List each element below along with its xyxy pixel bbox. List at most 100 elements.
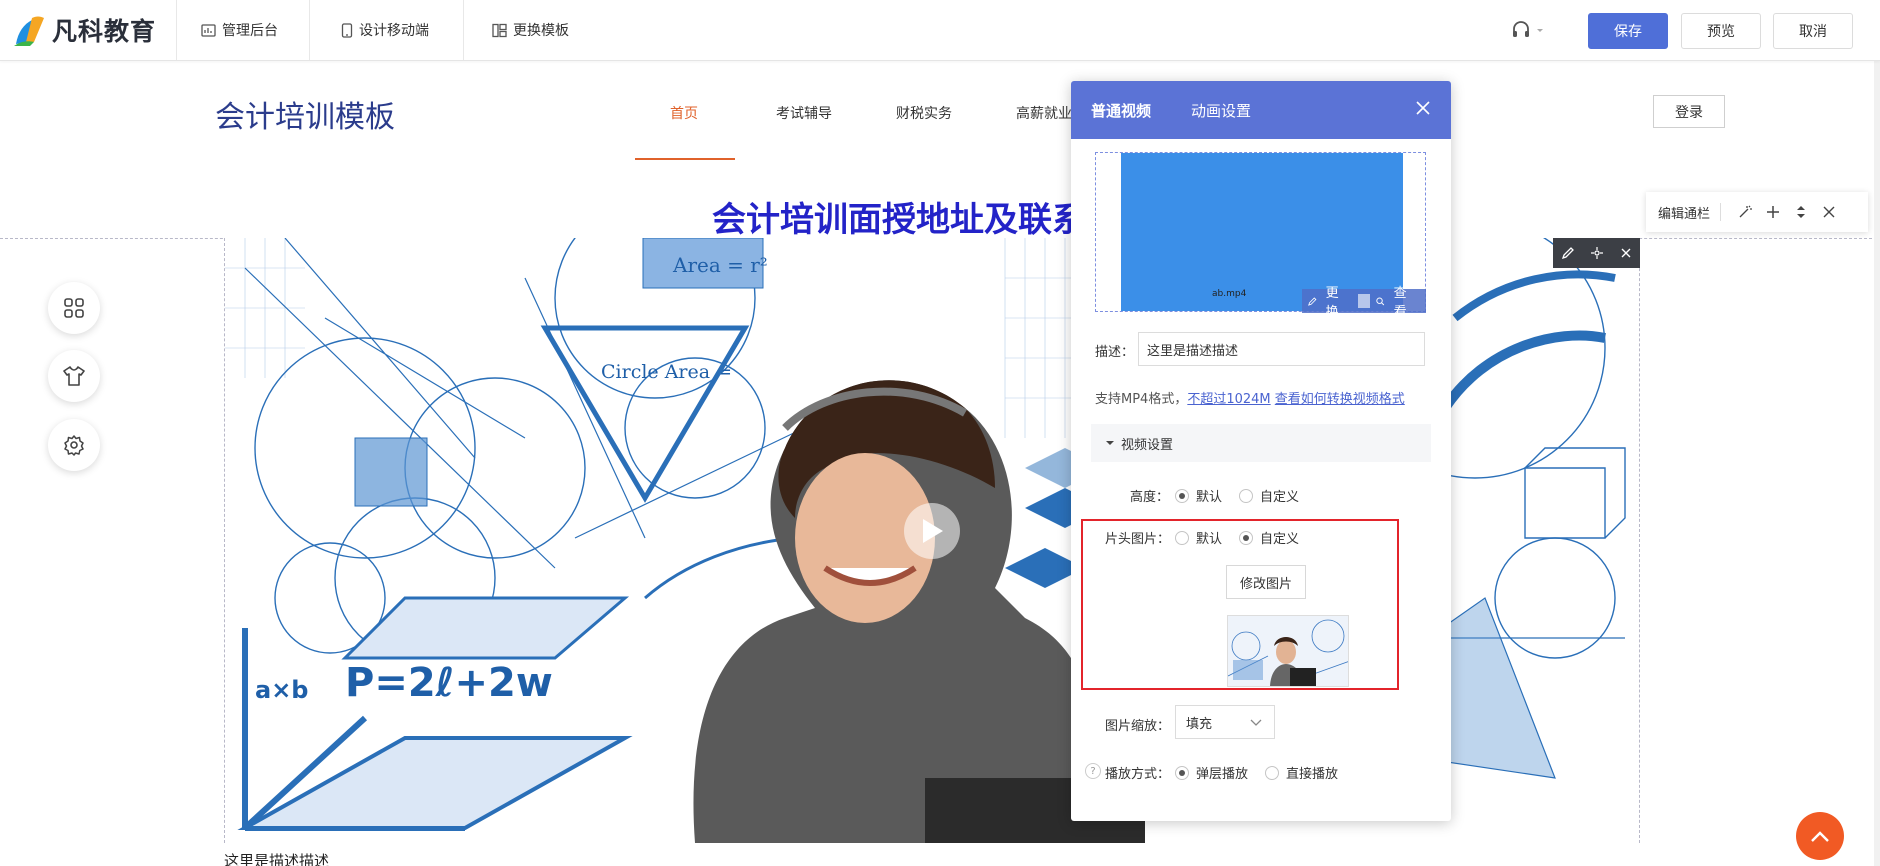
section-headline[interactable]: 会计培训面授地址及联系方式 [712,192,1072,241]
site-title[interactable]: 会计培训模板 [215,92,395,136]
panel-header: 普通视频 动画设置 [1071,81,1451,139]
login-button[interactable]: 登录 [1653,95,1725,128]
headset-icon [1513,21,1529,37]
close-icon[interactable] [1415,100,1431,116]
video-settings-panel: 普通视频 动画设置 ab.mp4 更换 查看 描述： 这里是描述描述 支持MP4… [1071,81,1451,821]
support-prefix: 支持MP4格式， [1095,392,1188,407]
axb-text: a×b [255,676,308,704]
move-icon[interactable] [1787,204,1815,220]
close-icon[interactable] [1620,247,1632,259]
perimeter-formula-text: P=2ℓ+2w [345,660,553,706]
height-label: 高度： [1130,490,1170,505]
module-toolbar [1553,238,1640,268]
mobile-design-button[interactable]: 设计移动端 [341,20,429,40]
edit-icon [1308,296,1317,306]
format-support-text: 支持MP4格式，不超过1024M 查看如何转换视频格式 [1095,388,1405,407]
template-label: 更换模板 [513,23,569,39]
video-preview: ab.mp4 更换 查看 [1095,152,1426,320]
nav-item-exam[interactable]: 考试辅导 [776,103,832,123]
edit-bar-divider [1720,203,1722,221]
cover-option-default[interactable]: 默认 [1175,528,1222,547]
cover-image-label: 片头图片： [1105,532,1171,547]
chevron-down-icon [1250,719,1262,726]
video-description: 这里是描述描述 [224,852,330,866]
caret-down-icon [1106,441,1114,445]
play-option-label: 弹层播放 [1196,767,1249,782]
cancel-button[interactable]: 取消 [1773,13,1853,49]
change-label: 更换 [1325,286,1339,320]
preview-actions: 更换 查看 [1302,286,1426,320]
radio-unchecked [1175,530,1189,545]
top-toolbar: 凡科教育 管理后台 设计移动端 更换模板 保存 预览 取消 [0,0,1880,61]
image-scale-value: 填充 [1186,716,1213,732]
size-limit-link[interactable]: 不超过1024M [1187,392,1270,407]
nav-item-home[interactable]: 首页 [670,103,698,123]
cover-option-label: 自定义 [1260,532,1300,547]
edit-column-label[interactable]: 编辑通栏 [1658,203,1710,222]
modify-image-button[interactable]: 修改图片 [1226,565,1306,599]
view-video-button[interactable]: 查看 [1370,282,1426,320]
logo[interactable]: 凡科教育 [12,10,156,50]
video-preview-frame [1121,153,1403,311]
edit-icon[interactable] [1561,246,1575,260]
area-formula-text: Area = r² [672,253,768,277]
play-mode-label: 播放方式： [1105,767,1171,782]
view-label: 查看 [1393,286,1407,320]
radio-checked [1175,488,1189,503]
nav-item-career[interactable]: 高薪就业 [1016,103,1072,123]
play-option-popup[interactable]: 弹层播放 [1175,763,1248,782]
description-input[interactable]: 这里是描述描述 [1138,332,1425,366]
search-icon [1376,297,1385,305]
admin-label: 管理后台 [222,23,278,39]
cover-option-label: 默认 [1196,532,1223,547]
play-button[interactable] [904,503,960,559]
animation-icon[interactable] [1590,246,1604,260]
admin-button[interactable]: 管理后台 [201,20,278,40]
magic-icon[interactable] [1731,205,1759,219]
convert-format-link[interactable]: 查看如何转换视频格式 [1275,392,1405,407]
toolbar-divider [309,0,310,60]
radio-checked [1239,530,1253,545]
logo-text: 凡科教育 [52,17,157,46]
tab-normal-video[interactable]: 普通视频 [1091,100,1151,121]
video-file-name: ab.mp4 [1212,289,1247,299]
divider [1358,294,1370,308]
help-icon[interactable]: ? [1085,763,1101,779]
save-button[interactable]: 保存 [1588,13,1668,49]
tab-animation-settings[interactable]: 动画设置 [1191,100,1251,121]
toolbar-divider [176,0,177,60]
video-settings-label: 视频设置 [1121,437,1174,453]
height-option-default[interactable]: 默认 [1175,486,1222,505]
image-scale-label: 图片缩放： [1105,719,1171,734]
close-icon[interactable] [1815,206,1843,218]
mobile-icon [341,22,353,38]
image-scale-select[interactable]: 填充 [1175,705,1275,739]
scroll-to-top-button[interactable] [1796,812,1844,860]
nav-item-tax[interactable]: 财税实务 [896,103,952,123]
template-icon [492,23,507,37]
cover-thumbnail[interactable] [1227,615,1349,687]
mobile-label: 设计移动端 [359,23,429,39]
video-settings-section[interactable]: 视频设置 [1091,424,1431,462]
height-option-label: 默认 [1196,490,1223,505]
height-option-custom[interactable]: 自定义 [1239,486,1299,505]
cover-option-custom[interactable]: 自定义 [1239,528,1299,547]
chevron-down-icon [1537,29,1543,32]
toolbar-divider [463,0,464,60]
radio-unchecked [1239,488,1253,503]
height-option-label: 自定义 [1260,490,1300,505]
play-icon [923,519,943,543]
radio-checked [1175,765,1189,780]
chevron-up-icon [1811,831,1829,842]
change-template-button[interactable]: 更换模板 [492,20,569,40]
edit-column-bar: 编辑通栏 [1646,192,1868,232]
preview-button[interactable]: 预览 [1681,13,1761,49]
dashboard-icon [201,23,216,37]
radio-unchecked [1265,765,1279,780]
description-label: 描述： [1095,345,1135,360]
play-option-direct[interactable]: 直接播放 [1265,763,1338,782]
change-video-button[interactable]: 更换 [1302,282,1358,320]
scrollbar[interactable] [1874,0,1880,866]
support-menu[interactable] [1510,19,1545,41]
add-icon[interactable] [1759,205,1787,219]
